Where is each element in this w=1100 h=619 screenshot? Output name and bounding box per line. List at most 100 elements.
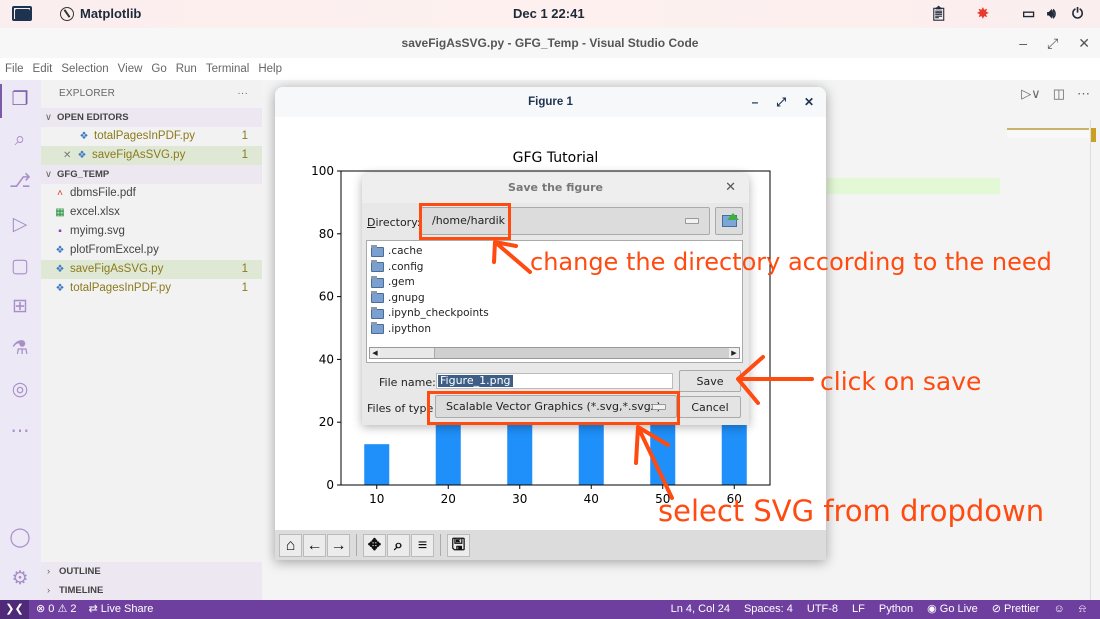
remote-explorer-icon[interactable]: ▢ xyxy=(8,255,32,279)
timeline-section[interactable]: › TIMELINE xyxy=(41,581,262,600)
close-window-button[interactable]: ✕ xyxy=(1078,28,1090,58)
menu-file[interactable]: File xyxy=(5,63,24,75)
parent-directory-button[interactable] xyxy=(715,207,743,235)
github-icon[interactable]: ◎ xyxy=(8,378,32,402)
explorer-icon[interactable]: ❐ xyxy=(8,88,32,112)
pan-icon[interactable]: ✥ xyxy=(363,533,386,557)
save-button[interactable]: Save xyxy=(679,370,741,392)
file-item-selected[interactable]: ❖ saveFigAsSVG.py 1 xyxy=(41,260,262,279)
file-item[interactable]: ❖ totalPagesInPDF.py 1 xyxy=(41,279,262,298)
more-actions-icon[interactable]: ⋯ xyxy=(1077,86,1090,102)
y-tick-label: 20 xyxy=(319,415,334,429)
run-icon[interactable]: ▷∨ xyxy=(1021,86,1041,102)
language-mode[interactable]: Python xyxy=(879,600,913,619)
dialog-title: Save the figure xyxy=(508,181,603,194)
outline-section[interactable]: › OUTLINE xyxy=(41,562,262,581)
open-editors-section[interactable]: ∨ OPEN EDITORS xyxy=(41,108,262,127)
clipboard-icon[interactable]: 📋︎ xyxy=(930,5,948,22)
scrollbar-track[interactable] xyxy=(1090,120,1091,600)
more-icon[interactable]: ⋯ xyxy=(8,420,32,444)
back-icon[interactable]: ← xyxy=(303,533,326,557)
remote-indicator-icon[interactable]: ❯❮ xyxy=(0,600,29,619)
notifications-icon[interactable]: ⍾ xyxy=(1079,600,1086,619)
activities-icon[interactable] xyxy=(12,6,32,21)
folder-item[interactable]: .ipython xyxy=(367,322,742,338)
problems-status[interactable]: ⊗ 0 ⚠ 2 xyxy=(36,600,77,619)
live-share-status[interactable]: ⇄ Live Share xyxy=(89,600,154,619)
cancel-button[interactable]: Cancel xyxy=(679,396,741,418)
figure-close-button[interactable]: ✕ xyxy=(804,87,814,117)
menu-run[interactable]: Run xyxy=(176,63,197,75)
file-name-input[interactable]: Figure_1.png xyxy=(436,373,673,389)
zoom-icon[interactable]: ⌕ xyxy=(387,533,410,557)
cursor-position[interactable]: Ln 4, Col 24 xyxy=(671,600,730,619)
save-icon[interactable]: 🖫︎ xyxy=(447,533,470,557)
x-tick-label: 40 xyxy=(584,492,599,506)
menu-terminal[interactable]: Terminal xyxy=(206,63,249,75)
scroll-right-icon[interactable]: ▶ xyxy=(729,348,739,358)
file-item[interactable]: ▦ excel.xlsx xyxy=(41,203,262,222)
indentation[interactable]: Spaces: 4 xyxy=(744,600,793,619)
scroll-left-icon[interactable]: ◀ xyxy=(370,348,380,358)
chevron-down-icon: ∨ xyxy=(45,169,52,180)
run-debug-icon[interactable]: ▷ xyxy=(8,213,32,237)
volume-icon[interactable]: 🔊︎ xyxy=(1047,5,1056,22)
file-item[interactable]: ❖ plotFromExcel.py xyxy=(41,241,262,260)
open-editor-item-active[interactable]: ✕ ❖ saveFigAsSVG.py 1 xyxy=(41,146,262,165)
go-live-button[interactable]: ◉ Go Live xyxy=(927,600,978,619)
menu-view[interactable]: View xyxy=(118,63,143,75)
minimap[interactable] xyxy=(1007,128,1089,138)
chevron-down-icon: ∨ xyxy=(45,112,52,123)
home-icon[interactable]: ⌂ xyxy=(279,533,302,557)
extensions-icon[interactable]: ⊞ xyxy=(8,295,32,319)
scrollbar-thumb[interactable] xyxy=(380,348,435,358)
bar-10 xyxy=(364,444,390,485)
split-editor-icon[interactable]: ◫ xyxy=(1053,86,1065,102)
python-file-icon: ❖ xyxy=(55,283,65,294)
search-icon[interactable]: ⌕ xyxy=(8,128,32,152)
line-highlight xyxy=(827,178,1000,194)
source-control-icon[interactable]: ⎇ xyxy=(8,170,32,194)
encoding[interactable]: UTF-8 xyxy=(807,600,838,619)
settings-gear-icon[interactable]: ⚙ xyxy=(8,567,32,591)
folder-item[interactable]: .gnupg xyxy=(367,291,742,307)
end-of-line[interactable]: LF xyxy=(852,600,865,619)
testing-icon[interactable]: ⚗ xyxy=(8,337,32,361)
file-type-highlight-box xyxy=(427,391,680,425)
explorer-sidebar: EXPLORER ··· ∨ OPEN EDITORS ❖ totalPagesIn… xyxy=(41,80,262,600)
menu-go[interactable]: Go xyxy=(151,63,166,75)
restore-button[interactable]: ⤢ xyxy=(1047,28,1058,58)
dialog-close-button[interactable]: ✕ xyxy=(725,173,736,203)
folder-item[interactable]: .ipynb_checkpoints xyxy=(367,306,742,322)
folder-icon xyxy=(371,260,384,273)
horizontal-scrollbar[interactable]: ◀ ▶ xyxy=(369,347,740,359)
folder-section[interactable]: ∨ GFG_TEMP xyxy=(41,165,262,184)
accounts-icon[interactable]: ◯ xyxy=(8,526,32,550)
display-icon[interactable]: ▭ xyxy=(1022,5,1035,22)
explorer-more-button[interactable]: ··· xyxy=(237,80,248,108)
forward-icon[interactable]: → xyxy=(327,533,350,557)
x-tick-label: 30 xyxy=(512,492,527,506)
figure-minimize-button[interactable]: – xyxy=(752,87,759,117)
folder-item[interactable]: .gem xyxy=(367,275,742,291)
power-icon[interactable]: ⏻ xyxy=(1072,5,1083,22)
menu-selection[interactable]: Selection xyxy=(61,63,108,75)
menu-help[interactable]: Help xyxy=(258,63,282,75)
close-editor-icon[interactable]: ✕ xyxy=(63,146,75,165)
figure-maximize-button[interactable]: ⤢ xyxy=(776,87,786,117)
menu-bar: File Edit Selection View Go Run Terminal… xyxy=(0,58,1100,80)
configure-subplots-icon[interactable]: ≡ xyxy=(411,533,434,557)
color-picker-icon[interactable]: ✸ xyxy=(977,5,989,22)
minimize-button[interactable]: – xyxy=(1019,28,1027,58)
file-item[interactable]: ▪ myimg.svg xyxy=(41,222,262,241)
clock[interactable]: Dec 1 22:41 xyxy=(513,6,585,21)
file-item[interactable]: ˄ dbmsFile.pdf xyxy=(41,184,262,203)
feedback-icon[interactable]: ☺ xyxy=(1053,600,1064,619)
chevron-right-icon: › xyxy=(47,585,51,596)
open-editor-item[interactable]: ❖ totalPagesInPDF.py 1 xyxy=(41,127,262,146)
prettier-status[interactable]: ⊘ Prettier xyxy=(992,600,1040,619)
y-tick-label: 100 xyxy=(311,164,334,178)
app-menu[interactable]: Matplotlib xyxy=(60,6,141,21)
menu-edit[interactable]: Edit xyxy=(33,63,53,75)
pdf-file-icon: ˄ xyxy=(57,188,63,199)
